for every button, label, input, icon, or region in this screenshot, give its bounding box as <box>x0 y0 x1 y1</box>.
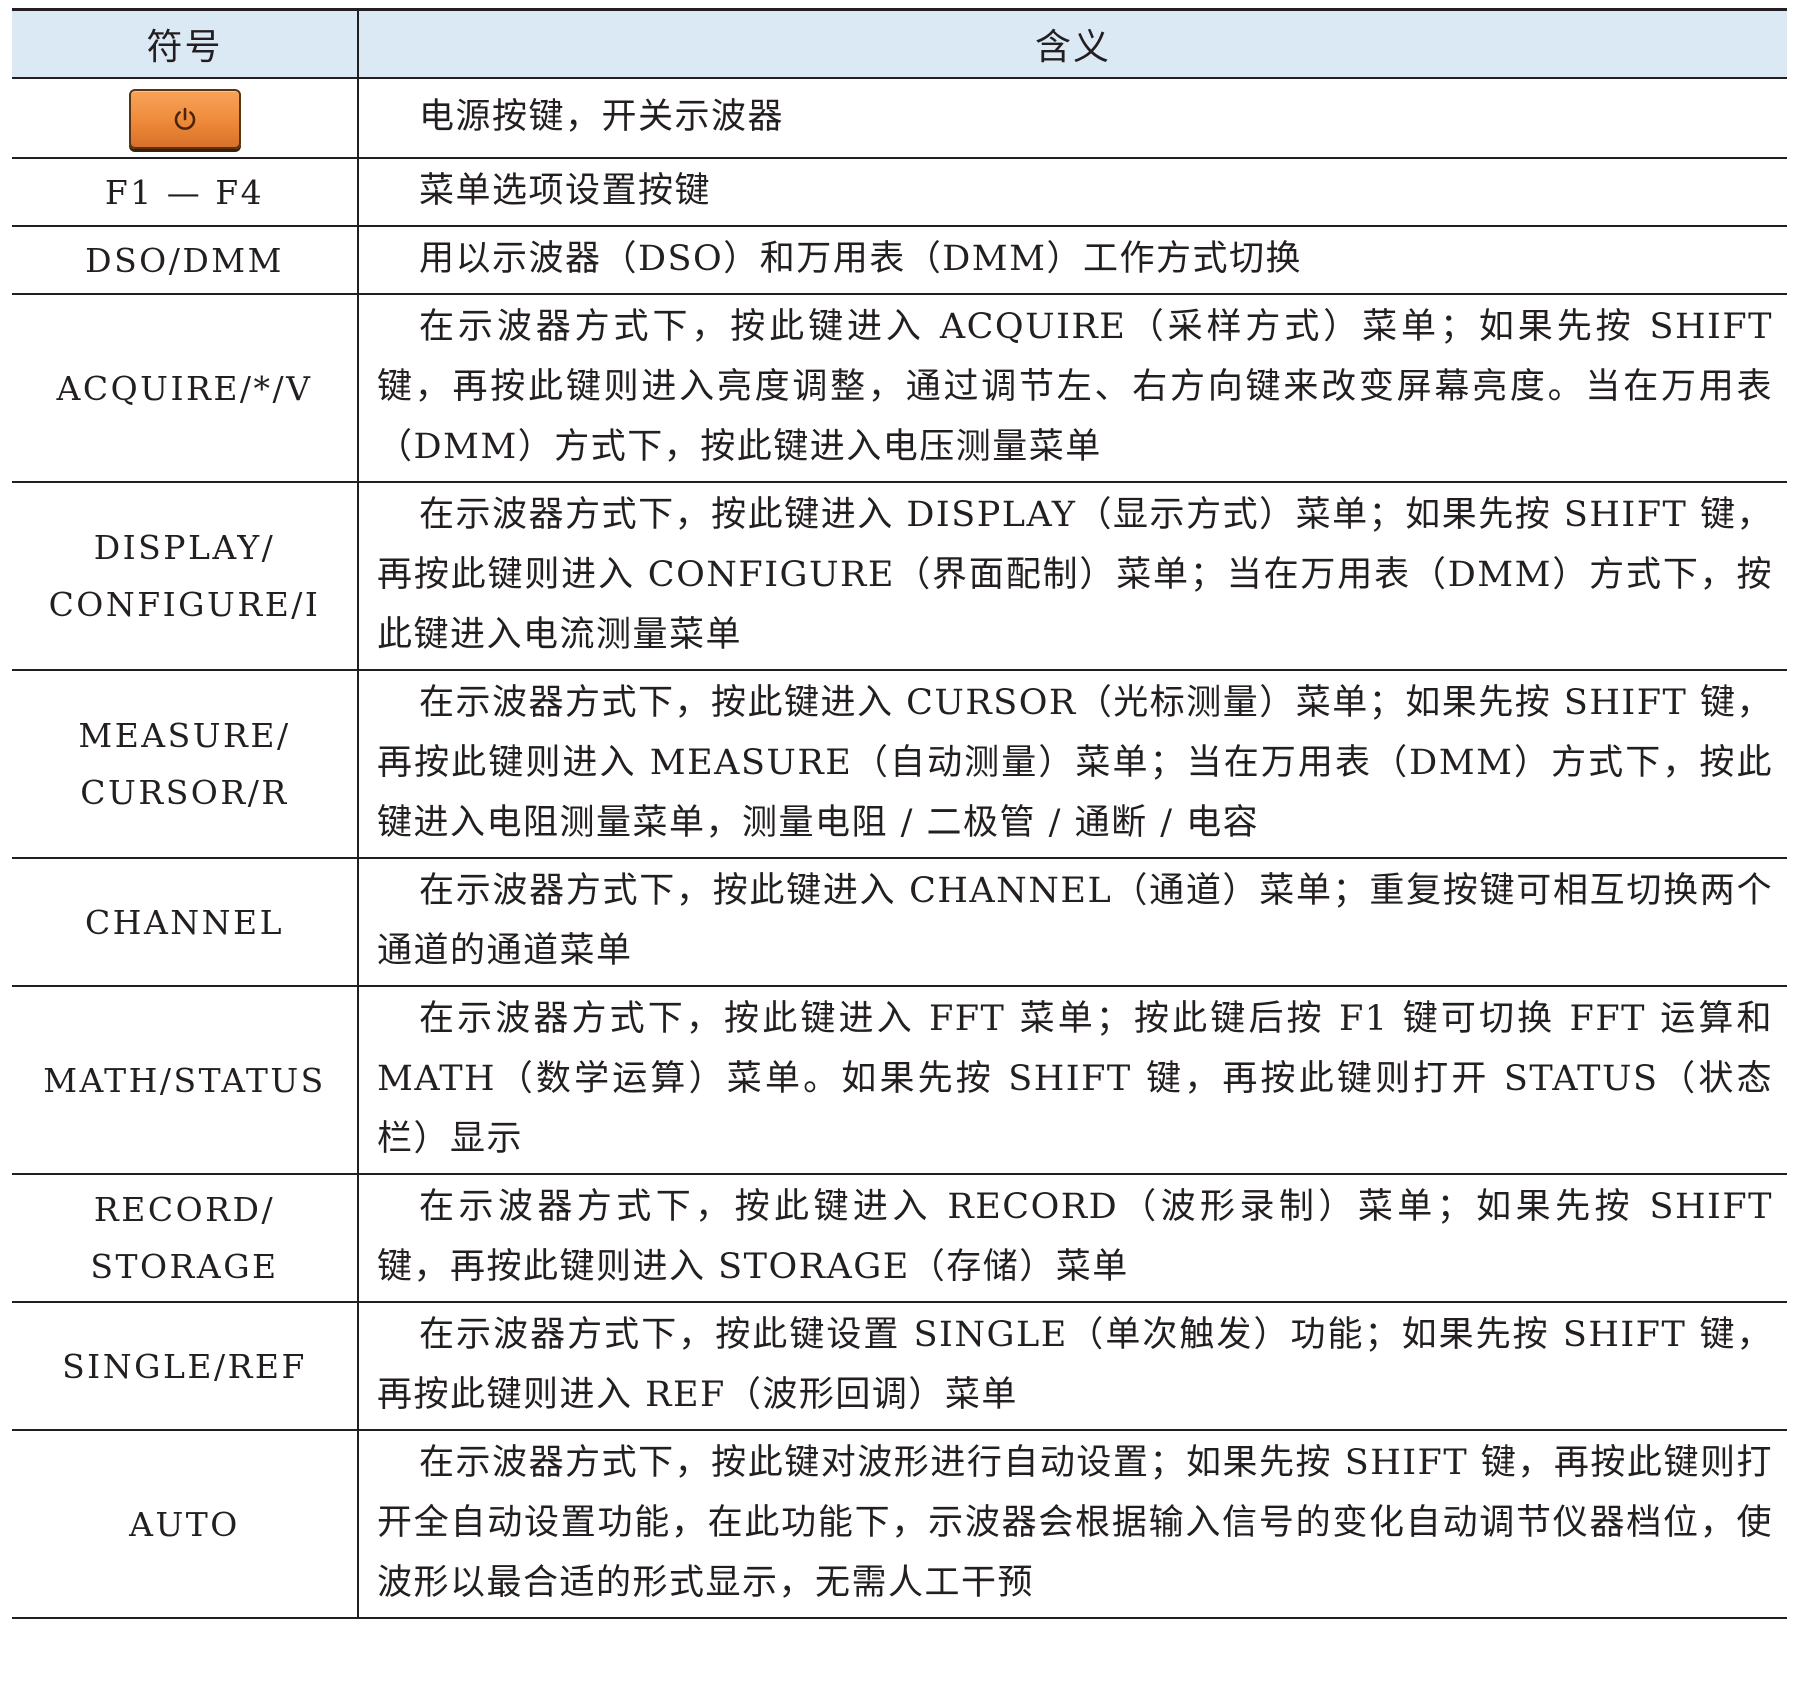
meaning-cell: 在示波器方式下，按此键进入 CHANNEL（通道）菜单；重复按键可相互切换两个通… <box>358 858 1787 987</box>
symbol-line: STORAGE <box>90 1247 279 1286</box>
table-row-dso-dmm: DSO/DMM 用以示波器（DSO）和万用表（DMM）工作方式切换 <box>12 226 1787 295</box>
symbol-line: CURSOR/R <box>80 773 289 812</box>
symbol-cell: DISPLAY/ CONFIGURE/I <box>12 482 359 671</box>
symbol-cell: AUTO <box>12 1430 359 1619</box>
symbol-line: DISPLAY/ <box>93 528 276 567</box>
symbol-cell: DSO/DMM <box>12 226 359 295</box>
symbol-cell: RECORD/ STORAGE <box>12 1174 359 1303</box>
symbol-cell <box>12 78 359 159</box>
symbol-line: MEASURE/ <box>78 716 291 755</box>
header-meaning: 含义 <box>358 8 1787 79</box>
table-body: 电源按键，开关示波器 F1 — F4 菜单选项设置按键 DSO/DMM 用以示波… <box>12 78 1787 1619</box>
meaning-cell: 在示波器方式下，按此键进入 CURSOR（光标测量）菜单；如果先按 SHIFT … <box>358 670 1787 859</box>
header-symbol: 符号 <box>12 8 359 79</box>
meaning-cell: 在示波器方式下，按此键进入 FFT 菜单；按此键后按 F1 键可切换 FFT 运… <box>358 986 1787 1175</box>
symbol-line: RECORD/ <box>93 1190 276 1229</box>
table-row-power: 电源按键，开关示波器 <box>12 78 1787 159</box>
symbol-cell: MEASURE/ CURSOR/R <box>12 670 359 859</box>
meaning-cell: 在示波器方式下，按此键进入 RECORD（波形录制）菜单；如果先按 SHIFT … <box>358 1174 1787 1303</box>
table-row-auto: AUTO 在示波器方式下，按此键对波形进行自动设置；如果先按 SHIFT 键，再… <box>12 1430 1787 1619</box>
power-icon <box>174 107 195 130</box>
meaning-cell: 在示波器方式下，按此键设置 SINGLE（单次触发）功能；如果先按 SHIFT … <box>358 1302 1787 1431</box>
meaning-cell: 菜单选项设置按键 <box>358 158 1787 227</box>
table-row-measure: MEASURE/ CURSOR/R 在示波器方式下，按此键进入 CURSOR（光… <box>12 670 1787 859</box>
table-header: 符号 含义 <box>12 8 1787 79</box>
symbol-cell: F1 — F4 <box>12 158 359 227</box>
meaning-cell: 在示波器方式下，按此键进入 ACQUIRE（采样方式）菜单；如果先按 SHIFT… <box>358 294 1787 483</box>
table-row-display: DISPLAY/ CONFIGURE/I 在示波器方式下，按此键进入 DISPL… <box>12 482 1787 671</box>
table-row-acquire: ACQUIRE/*/V 在示波器方式下，按此键进入 ACQUIRE（采样方式）菜… <box>12 294 1787 483</box>
key-function-table-container: 符号 含义 电源按键，开关示波器 F1 — F4 菜单选项设置按键 DSO/DM… <box>12 8 1787 1619</box>
table-row-math: MATH/STATUS 在示波器方式下，按此键进入 FFT 菜单；按此键后按 F… <box>12 986 1787 1175</box>
meaning-cell: 在示波器方式下，按此键对波形进行自动设置；如果先按 SHIFT 键，再按此键则打… <box>358 1430 1787 1619</box>
table-row-record: RECORD/ STORAGE 在示波器方式下，按此键进入 RECORD（波形录… <box>12 1174 1787 1303</box>
table-row-channel: CHANNEL 在示波器方式下，按此键进入 CHANNEL（通道）菜单；重复按键… <box>12 858 1787 987</box>
power-button[interactable] <box>128 88 241 149</box>
header-row: 符号 含义 <box>12 8 1787 79</box>
symbol-cell: MATH/STATUS <box>12 986 359 1175</box>
table-row-single: SINGLE/REF 在示波器方式下，按此键设置 SINGLE（单次触发）功能；… <box>12 1302 1787 1431</box>
symbol-line: CONFIGURE/I <box>48 585 321 624</box>
meaning-cell: 用以示波器（DSO）和万用表（DMM）工作方式切换 <box>358 226 1787 295</box>
table-row-f1-f4: F1 — F4 菜单选项设置按键 <box>12 158 1787 227</box>
symbol-cell: ACQUIRE/*/V <box>12 294 359 483</box>
meaning-cell: 在示波器方式下，按此键进入 DISPLAY（显示方式）菜单；如果先按 SHIFT… <box>358 482 1787 671</box>
symbol-cell: CHANNEL <box>12 858 359 987</box>
symbol-cell: SINGLE/REF <box>12 1302 359 1431</box>
meaning-cell: 电源按键，开关示波器 <box>358 78 1787 159</box>
key-function-table: 符号 含义 电源按键，开关示波器 F1 — F4 菜单选项设置按键 DSO/DM… <box>12 8 1787 1619</box>
